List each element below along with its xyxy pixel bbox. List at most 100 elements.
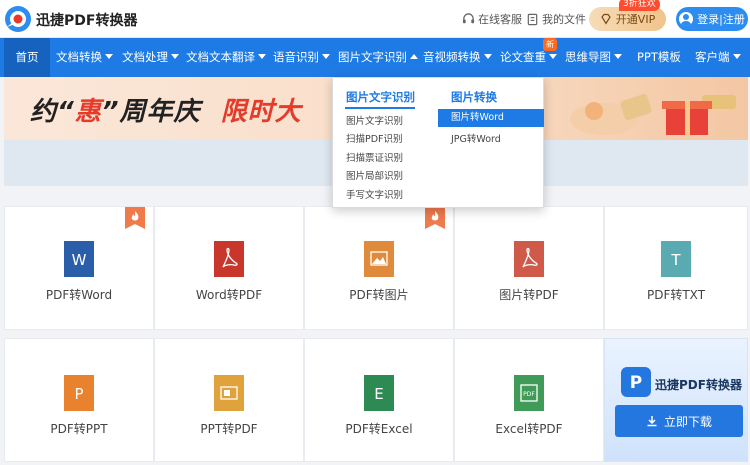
nav-speech-recognition[interactable]: 语音识别 <box>273 38 330 77</box>
caret-down-icon <box>614 54 622 59</box>
menu-item-handwriting-ocr[interactable]: 手写文字识别 <box>346 187 403 201</box>
caret-down-icon <box>258 54 266 59</box>
svg-text:T: T <box>670 251 681 269</box>
word-file-icon: W <box>64 241 94 277</box>
nav-mind-map-label: 思维导图 <box>565 50 611 64</box>
nav-ppt-templates[interactable]: PPT模板 <box>637 38 681 77</box>
menu-item-scan-receipt-ocr[interactable]: 扫描票证识别 <box>346 150 403 164</box>
document-icon <box>527 13 538 25</box>
image-file-icon <box>364 241 394 277</box>
tool-card-ppt-to-pdf[interactable]: PPT转PDF <box>154 338 304 462</box>
nav-doc-convert[interactable]: 文档转换 <box>56 38 113 77</box>
ppt-pdf-file-icon <box>214 375 244 411</box>
nav-doc-process[interactable]: 文档处理 <box>122 38 179 77</box>
nav-client-label: 客户端 <box>695 50 730 64</box>
tool-label-pdf-to-excel: PDF转Excel <box>345 422 413 436</box>
nav-doc-translate[interactable]: 文档文本翻译 <box>186 38 266 77</box>
banner-text-part3: ”周年庆 <box>101 97 201 127</box>
pdf-converter-logo-icon: P <box>621 367 651 397</box>
tool-card-image-to-pdf[interactable]: 图片转PDF <box>454 206 604 330</box>
dropdown-col1-title: 图片文字识别 <box>346 90 415 104</box>
headset-icon <box>462 12 475 23</box>
app-logo-icon[interactable] <box>4 5 32 33</box>
download-promo-card: P 迅捷PDF转换器 立即下载 <box>604 338 748 462</box>
txt-file-icon: T <box>661 241 691 277</box>
svg-text:P: P <box>630 373 642 393</box>
tool-label-word-to-pdf: Word转PDF <box>195 288 263 302</box>
main-nav: 首页 文档转换 文档处理 文档文本翻译 语音识别 图片文字识别 音视频转换 论文… <box>0 38 750 77</box>
vip-promo-tag: 3折狂欢 <box>619 0 660 11</box>
tool-card-word-to-pdf[interactable]: Word转PDF <box>154 206 304 330</box>
nav-av-convert-label: 音视频转换 <box>423 50 481 64</box>
tool-label-pdf-to-image: PDF转图片 <box>349 288 409 302</box>
promo-title: 迅捷PDF转换器 <box>655 378 742 392</box>
nav-doc-process-label: 文档处理 <box>122 50 168 64</box>
excel-file-icon: E <box>364 375 394 411</box>
tool-card-pdf-to-ppt[interactable]: P PDF转PPT <box>4 338 154 462</box>
caret-down-icon <box>322 54 330 59</box>
tool-label-excel-to-pdf: Excel转PDF <box>495 422 563 436</box>
top-header: 迅捷PDF转换器 在线客服 我的文件 开通VIP 3折狂欢 登录|注册 <box>0 0 750 38</box>
svg-text:P: P <box>74 385 83 403</box>
banner-text-part4: 限时大 <box>220 97 302 127</box>
tool-label-pdf-to-txt: PDF转TXT <box>646 288 706 302</box>
tool-card-pdf-to-word[interactable]: W PDF转Word <box>4 206 154 330</box>
tool-card-pdf-to-excel[interactable]: E PDF转Excel <box>304 338 454 462</box>
nav-ppt-templates-label: PPT模板 <box>637 50 681 64</box>
tool-card-pdf-to-image[interactable]: PDF转图片 <box>304 206 454 330</box>
excel-pdf-file-icon: PDF <box>514 375 544 411</box>
menu-item-image-ocr[interactable]: 图片文字识别 <box>346 113 403 127</box>
my-files-label: 我的文件 <box>542 13 586 26</box>
nav-image-ocr[interactable]: 图片文字识别 <box>338 38 418 77</box>
nav-doc-convert-label: 文档转换 <box>56 50 102 64</box>
caret-up-icon <box>410 54 418 59</box>
nav-mind-map[interactable]: 思维导图 <box>565 38 622 77</box>
dropdown-col2-title: 图片转换 <box>451 90 497 104</box>
caret-down-icon <box>732 54 741 59</box>
online-service-link[interactable]: 在线客服 <box>462 11 522 27</box>
login-register-button[interactable]: 登录|注册 <box>676 7 748 31</box>
tool-label-image-to-pdf: 图片转PDF <box>499 288 559 302</box>
pdf-file-icon <box>214 241 244 277</box>
nav-plagiarism-check-label: 论文查重 <box>500 50 546 64</box>
menu-item-image-to-word[interactable]: 图片转Word <box>438 109 544 127</box>
banner-headline: 约“惠”周年庆 限时大 <box>30 91 302 128</box>
tool-label-ppt-to-pdf: PPT转PDF <box>200 422 258 436</box>
nav-image-ocr-label: 图片文字识别 <box>338 50 407 64</box>
nav-doc-translate-label: 文档文本翻译 <box>186 50 255 64</box>
nav-home[interactable]: 首页 <box>4 38 50 77</box>
caret-down-icon <box>483 54 492 59</box>
banner-text-highlight: 惠 <box>74 97 102 127</box>
tool-label-pdf-to-ppt: PDF转PPT <box>50 422 108 436</box>
svg-text:E: E <box>374 385 383 403</box>
hot-flame-icon <box>425 207 445 229</box>
download-now-button[interactable]: 立即下载 <box>615 405 743 437</box>
menu-item-jpg-to-word[interactable]: JPG转Word <box>451 131 501 145</box>
gift-box-illustration-icon <box>570 93 736 135</box>
online-service-label: 在线客服 <box>478 13 522 26</box>
ppt-file-icon: P <box>64 375 94 411</box>
brand-name[interactable]: 迅捷PDF转换器 <box>36 10 137 30</box>
tool-label-pdf-to-word: PDF转Word <box>45 288 113 302</box>
image-ocr-dropdown-menu: 图片文字识别 图片文字识别 扫描PDF识别 扫描票证识别 图片局部识别 手写文字… <box>332 77 544 208</box>
hot-flame-icon <box>125 207 145 229</box>
menu-item-image-partial-ocr[interactable]: 图片局部识别 <box>346 168 403 182</box>
caret-down-icon <box>171 54 179 59</box>
menu-item-scan-pdf-ocr[interactable]: 扫描PDF识别 <box>346 131 403 145</box>
tool-card-excel-to-pdf[interactable]: PDF Excel转PDF <box>454 338 604 462</box>
nav-home-label: 首页 <box>15 50 39 64</box>
tool-card-pdf-to-txt[interactable]: T PDF转TXT <box>604 206 748 330</box>
user-icon <box>679 12 694 26</box>
vip-label: 开通VIP <box>615 13 656 26</box>
caret-down-icon <box>105 54 113 59</box>
banner-text-part1: 约“ <box>30 97 75 127</box>
download-now-label: 立即下载 <box>663 414 712 429</box>
nav-av-convert[interactable]: 音视频转换 <box>423 38 492 77</box>
dropdown-col1-underline <box>345 107 415 109</box>
svg-text:PDF: PDF <box>523 391 535 398</box>
nav-speech-recognition-label: 语音识别 <box>273 50 319 64</box>
pdf-file-icon <box>514 241 544 277</box>
new-badge: 新 <box>543 38 557 51</box>
my-files-link[interactable]: 我的文件 <box>526 11 586 27</box>
nav-client[interactable]: 客户端 <box>695 38 741 77</box>
